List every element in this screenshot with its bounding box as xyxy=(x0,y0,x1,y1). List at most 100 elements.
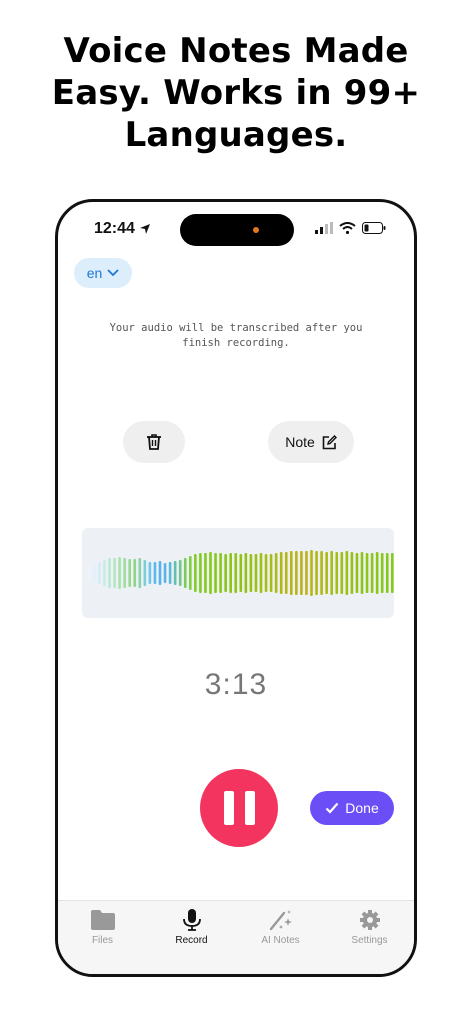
waveform-bar xyxy=(391,553,394,593)
headline-line-3: Languages. xyxy=(124,115,348,155)
tab-record-label: Record xyxy=(175,935,208,946)
waveform-bar xyxy=(295,551,298,595)
waveform-bar xyxy=(370,553,374,593)
microphone-icon xyxy=(182,909,201,931)
waveform-bar xyxy=(88,566,91,580)
waveform-bar xyxy=(194,554,197,592)
waveform-bar xyxy=(325,552,328,594)
waveform-bar xyxy=(279,552,283,594)
tab-files[interactable]: Files xyxy=(58,901,147,974)
folder-icon xyxy=(90,910,115,930)
waveform-bar xyxy=(249,554,253,592)
waveform-bar xyxy=(199,553,202,593)
waveform-bar xyxy=(375,552,379,594)
waveform-bar xyxy=(360,552,364,594)
waveform-bar xyxy=(259,553,263,593)
waveform-bar xyxy=(310,550,313,596)
location-arrow-icon xyxy=(139,224,150,234)
waveform-bar xyxy=(168,562,172,584)
waveform-bar xyxy=(290,551,293,595)
waveform-bar xyxy=(330,551,333,595)
trash-icon xyxy=(147,434,161,450)
language-selector[interactable]: en xyxy=(74,258,132,288)
tab-bar: Files Record AI Notes Settings xyxy=(58,900,414,974)
waveform-bar xyxy=(123,558,126,588)
waveform-bar xyxy=(189,556,192,590)
recording-timer: 3:13 xyxy=(204,668,268,701)
waveform-bar xyxy=(254,554,258,592)
waveform-bar xyxy=(264,554,268,592)
magic-wand-icon xyxy=(269,910,292,931)
language-label: en xyxy=(86,265,103,281)
waveform-bar xyxy=(239,554,243,592)
tab-files-label: Files xyxy=(91,935,114,946)
waveform-bar xyxy=(385,553,389,593)
tab-ai-notes[interactable]: AI Notes xyxy=(236,901,325,974)
tab-settings-label: Settings xyxy=(351,935,388,946)
waveform-bar xyxy=(305,551,308,595)
waveform-bar xyxy=(234,553,238,593)
done-button[interactable]: Done xyxy=(310,791,394,825)
waveform-bar xyxy=(138,558,142,588)
waveform-bar xyxy=(118,557,121,589)
checkmark-icon xyxy=(325,802,339,814)
delete-recording-button[interactable] xyxy=(123,421,185,463)
phone-frame: 12:44 en Your audio will be transcribed … xyxy=(55,199,417,977)
waveform-bar xyxy=(340,552,344,594)
waveform-bar xyxy=(380,553,384,593)
waveform-bar xyxy=(300,551,303,595)
waveform-bar xyxy=(143,560,147,586)
edit-note-icon xyxy=(322,434,337,449)
waveform-bar xyxy=(108,558,111,588)
chevron-down-icon xyxy=(107,269,119,277)
waveform-bar xyxy=(98,562,101,584)
tab-settings[interactable]: Settings xyxy=(325,901,414,974)
cellular-signal-icon xyxy=(315,222,333,234)
waveform-bar xyxy=(178,560,182,586)
headline-line-1: Voice Notes Made xyxy=(63,31,409,71)
done-button-label: Done xyxy=(345,800,379,816)
waveform-bar xyxy=(274,553,278,593)
gear-icon xyxy=(359,910,380,930)
waveform-bar xyxy=(93,564,96,582)
tab-ai-notes-label: AI Notes xyxy=(261,935,300,946)
waveform-bar xyxy=(315,551,318,595)
waveform-bar xyxy=(103,560,106,586)
waveform-bar xyxy=(345,551,349,595)
waveform-bar xyxy=(128,559,131,587)
pause-recording-button[interactable] xyxy=(200,769,278,847)
pause-icon-bar-left xyxy=(223,791,234,825)
dynamic-island xyxy=(180,214,294,246)
status-icons xyxy=(315,222,386,234)
tab-record[interactable]: Record xyxy=(147,901,236,974)
waveform-bar xyxy=(148,562,152,584)
pause-icon-bar-right xyxy=(244,791,255,825)
note-button[interactable]: Note xyxy=(268,421,354,463)
waveform-bar xyxy=(133,559,137,587)
notice-line-2: finish recording. xyxy=(182,337,290,349)
note-button-label: Note xyxy=(285,434,315,450)
waveform-bar xyxy=(173,561,177,585)
waveform-bar xyxy=(158,561,162,585)
waveform-bar xyxy=(365,553,369,593)
waveform-bar xyxy=(284,552,288,594)
waveform-bar xyxy=(269,554,273,592)
waveform-bar xyxy=(209,552,212,594)
waveform-bar xyxy=(163,563,167,583)
waveform-bar xyxy=(350,552,354,594)
headline-line-2: Easy. Works in 99+ xyxy=(51,73,421,113)
waveform-bars xyxy=(88,550,394,596)
waveform-bar xyxy=(153,562,157,584)
waveform-bar xyxy=(113,558,116,588)
waveform-bar xyxy=(219,553,222,593)
waveform-bar xyxy=(214,553,217,593)
waveform-bar xyxy=(183,558,187,588)
waveform-bar xyxy=(355,553,359,593)
waveform-bar xyxy=(224,554,227,592)
waveform-bar xyxy=(229,553,232,593)
audio-waveform xyxy=(82,528,394,618)
waveform-bar xyxy=(320,551,323,595)
waveform-bar xyxy=(335,552,339,594)
waveform-bar xyxy=(204,553,207,593)
status-time-text: 12:44 xyxy=(94,220,135,237)
